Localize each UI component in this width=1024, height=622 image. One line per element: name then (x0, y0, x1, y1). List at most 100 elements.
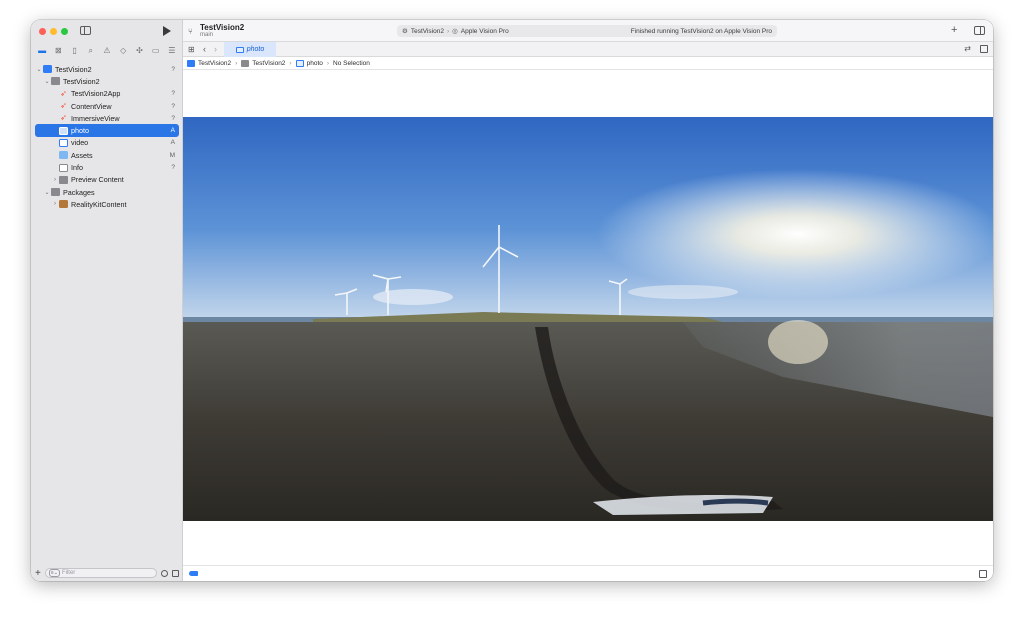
source-status-badge: ? (171, 90, 175, 98)
scheme-selector[interactable]: TestVision2 (411, 28, 444, 35)
scheme-icon: ⚙ (402, 28, 408, 35)
chevron-down-icon[interactable]: ⌄ (43, 189, 51, 196)
chevron-right-icon: › (446, 27, 450, 35)
folder-icon (241, 59, 250, 67)
add-file-plus-icon[interactable]: + (35, 568, 41, 579)
related-items-grid-icon[interactable]: ⊞ (188, 45, 195, 54)
source-status-badge: ? (171, 65, 175, 73)
tab-photo[interactable]: photo (224, 42, 276, 57)
destination-selector[interactable]: Apple Vision Pro (461, 28, 509, 35)
chevron-right-icon: › (289, 59, 292, 67)
close-window-button[interactable] (39, 28, 46, 35)
breadcrumb-item-selection[interactable]: No Selection (333, 60, 370, 67)
zoom-window-button[interactable] (61, 28, 68, 35)
chevron-right-icon[interactable]: › (51, 201, 59, 207)
chevron-right-icon[interactable]: › (51, 177, 59, 183)
tree-row-file[interactable]: video A (31, 137, 183, 149)
tree-row-label: video (71, 138, 89, 148)
tree-row-label: TestVision2 (63, 76, 100, 86)
image-file-icon (59, 126, 68, 135)
branch-icon: ⑂ (188, 27, 193, 36)
folder-icon (59, 175, 68, 184)
source-status-badge: ? (171, 114, 175, 122)
panorama-image (183, 117, 993, 521)
split-editor-icon[interactable] (980, 45, 988, 53)
tree-row-file[interactable]: Info ? (31, 161, 183, 173)
tree-row-group[interactable]: ⌄ TestVision2 (31, 75, 183, 87)
tree-row-group[interactable]: ⌄ Packages (31, 186, 183, 198)
breadcrumb-label: No Selection (333, 59, 370, 67)
image-editor-area (183, 70, 993, 565)
tag-icon[interactable] (189, 571, 198, 576)
tree-row-label: Assets (71, 150, 93, 160)
image-file-icon (295, 59, 304, 67)
panorama-photo-preview[interactable] (183, 117, 993, 521)
xcode-window: ▬ ⊠ ▯ ⌕ ⚠ ◇ ✣ ▭ ☰ ⌄ TestVision2 ? ⌄ Test… (31, 20, 993, 581)
chevron-down-icon[interactable]: ⌄ (43, 78, 51, 85)
tree-row-package[interactable]: › RealityKitContent (31, 198, 183, 210)
chevron-right-icon: › (326, 59, 330, 67)
sidebar-toggle-icon[interactable] (80, 26, 91, 35)
tree-row-file[interactable]: ➶ TestVision2App ? (31, 88, 183, 100)
bookmark-navigator-icon[interactable]: ▯ (70, 47, 79, 55)
plist-table-icon (59, 163, 68, 172)
breadcrumb: TestVision2 › TestVision2 › photo › No S… (183, 57, 993, 70)
report-navigator-icon[interactable]: ☰ (167, 47, 176, 55)
refresh-arrows-icon[interactable]: ⇄ (964, 44, 971, 53)
package-icon (59, 200, 68, 209)
vision-pro-icon: ◎ (452, 28, 458, 35)
xcode-project-icon (187, 59, 195, 67)
navigator-sidebar: ▬ ⊠ ▯ ⌕ ⚠ ◇ ✣ ▭ ☰ ⌄ TestVision2 ? ⌄ Test… (31, 20, 183, 581)
swift-file-icon: ➶ (60, 88, 67, 98)
project-navigator-folder-icon[interactable]: ▬ (38, 47, 47, 55)
filter-input[interactable]: ≡⌄ Filter (44, 568, 157, 578)
test-navigator-diamond-icon[interactable]: ◇ (119, 47, 128, 55)
breadcrumb-item-project[interactable]: TestVision2 (187, 59, 232, 67)
find-navigator-search-icon[interactable]: ⌕ (86, 47, 95, 55)
inspector-toggle-icon[interactable] (974, 26, 985, 35)
image-file-icon (235, 46, 244, 53)
library-plus-icon[interactable]: + (951, 24, 957, 36)
tree-row-group[interactable]: › Preview Content (31, 174, 183, 186)
activity-view[interactable]: ⚙ TestVision2 › ◎ Apple Vision Pro Finis… (397, 25, 777, 37)
tree-row-file[interactable]: ➶ ImmersiveView ? (31, 112, 183, 124)
tree-row-label: Info (71, 163, 83, 173)
run-button[interactable] (163, 26, 171, 36)
asset-catalog-icon (59, 151, 68, 160)
debug-navigator-icon[interactable]: ✣ (135, 47, 144, 55)
breadcrumb-item-group[interactable]: TestVision2 (241, 59, 285, 67)
issue-navigator-warning-icon[interactable]: ⚠ (102, 47, 111, 55)
project-title[interactable]: TestVision2 (200, 23, 244, 32)
swift-file-icon: ➶ (60, 113, 67, 123)
tree-row-file[interactable]: Assets M (31, 149, 183, 161)
source-status-badge: A (170, 127, 175, 135)
source-status-badge: M (169, 151, 175, 159)
source-control-filter-icon[interactable] (172, 569, 179, 577)
recent-files-clock-icon[interactable] (161, 569, 168, 577)
branch-name[interactable]: main (200, 32, 213, 38)
source-control-navigator-icon[interactable]: ⊠ (54, 47, 63, 55)
editor-tab-bar: ⊞ ‹ › photo ⇄ (183, 42, 993, 57)
breadcrumb-item-file[interactable]: photo (295, 59, 323, 67)
tree-row-project[interactable]: ⌄ TestVision2 ? (31, 63, 183, 75)
breadcrumb-label: TestVision2 (198, 59, 232, 67)
tree-row-file-selected[interactable]: photo A (35, 124, 179, 137)
folder-icon (51, 188, 60, 197)
tree-row-label: ContentView (71, 101, 112, 111)
filter-mode-icon[interactable]: ≡⌄ (48, 569, 60, 577)
tab-label: photo (246, 46, 265, 53)
breakpoint-navigator-icon[interactable]: ▭ (151, 47, 160, 55)
tree-row-label: ImmersiveView (71, 113, 120, 123)
forward-chevron-icon[interactable]: › (214, 44, 217, 54)
tree-row-label: Preview Content (71, 175, 124, 185)
editor-bottom-bar (183, 565, 993, 581)
tree-row-file[interactable]: ➶ ContentView ? (31, 100, 183, 112)
tree-row-label: TestVision2App (71, 89, 121, 99)
minimize-window-button[interactable] (50, 28, 57, 35)
back-chevron-icon[interactable]: ‹ (203, 44, 206, 54)
debug-area-toggle-icon[interactable] (979, 570, 987, 578)
project-tree: ⌄ TestVision2 ? ⌄ TestVision2 ➶ TestVisi… (31, 63, 183, 211)
source-status-badge: ? (171, 102, 175, 110)
navigator-selector-bar: ▬ ⊠ ▯ ⌕ ⚠ ◇ ✣ ▭ ☰ (31, 44, 183, 58)
chevron-down-icon[interactable]: ⌄ (35, 66, 43, 73)
